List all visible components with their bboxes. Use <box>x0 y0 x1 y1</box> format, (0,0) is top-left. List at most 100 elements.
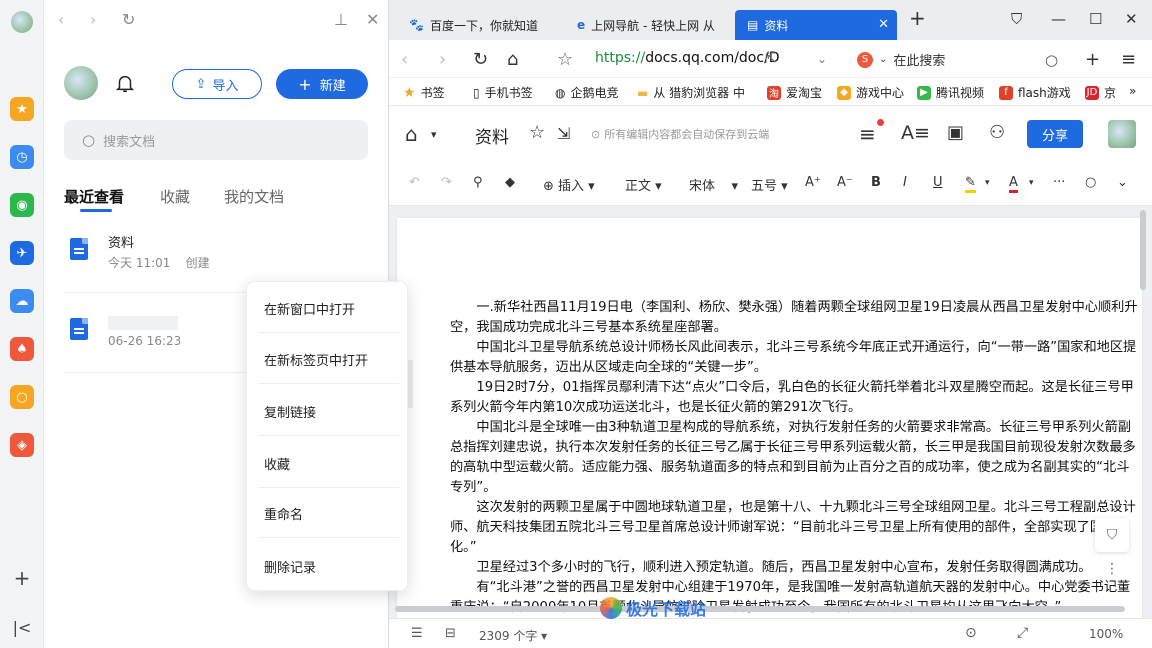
eraser-icon[interactable]: ◆ <box>505 175 515 190</box>
chevron-down-icon[interactable]: ▾ <box>431 128 437 141</box>
size-dropdown[interactable]: 五号 ▾ <box>751 175 788 194</box>
bookmark-star-icon[interactable]: ☆ <box>557 49 573 70</box>
shirt-skin-icon[interactable]: ⛉ <box>1095 518 1129 552</box>
bell-icon[interactable] <box>114 72 136 94</box>
refresh-icon[interactable]: ↻ <box>122 10 135 29</box>
undo-icon[interactable]: ↶ <box>409 175 420 190</box>
shirt-skin-icon[interactable]: ⛉ <box>1011 10 1022 28</box>
style-dropdown[interactable]: 正文 ▾ <box>625 175 662 194</box>
navigation-app-icon[interactable]: ✈ <box>10 241 34 265</box>
cloud-app-icon[interactable]: ☁ <box>10 289 34 313</box>
move-to-folder-icon[interactable]: ⇲ <box>557 124 570 143</box>
collapse-sidebar-icon[interactable]: |< <box>10 615 34 639</box>
bookmark-item[interactable]: ★ 书签 <box>403 84 445 101</box>
bold-icon[interactable]: B <box>871 175 881 190</box>
pdf-app-icon[interactable]: ♠ <box>10 337 34 361</box>
bookmark-item[interactable]: ▬ 从 猎豹浏览器 中 <box>637 84 745 101</box>
horizontal-scrollbar[interactable] <box>395 606 1125 612</box>
more-icon[interactable]: ··· <box>1053 175 1065 190</box>
back-icon[interactable]: ‹ <box>58 10 64 29</box>
tab-favorites[interactable]: 收藏 <box>160 186 190 207</box>
clock-app-icon[interactable]: ◷ <box>10 145 34 169</box>
italic-icon[interactable]: I <box>903 175 907 190</box>
browser-tab-docs[interactable]: ▤ 资料 ✕ <box>735 10 897 40</box>
decrease-font-icon[interactable]: A⁻ <box>837 175 853 190</box>
outline-icon[interactable]: ☰ <box>411 626 423 641</box>
format-painter-icon[interactable]: ⚲ <box>473 175 483 190</box>
play-icon[interactable]: ⊙ <box>965 625 977 641</box>
text-format-icon[interactable]: A≡ <box>901 122 930 144</box>
bookmark-item[interactable]: ▶ 腾讯视频 <box>917 84 984 101</box>
add-app-icon[interactable]: + <box>10 566 34 590</box>
url-field[interactable]: https://docs.qq.com/doc/D <box>595 50 780 66</box>
fullscreen-icon[interactable]: ⤢ <box>1017 625 1028 641</box>
menu-item-rename[interactable]: 重命名 <box>264 504 303 523</box>
browser-tab-nav[interactable]: e 上网导航 - 轻快上网 从 <box>565 10 725 40</box>
redo-icon[interactable]: ↷ <box>441 175 452 190</box>
bookmark-item[interactable]: f flash游戏 <box>999 84 1071 101</box>
share-button[interactable]: 分享 <box>1027 120 1083 148</box>
browser-logo-icon[interactable] <box>11 11 33 33</box>
new-tab-icon[interactable]: + <box>909 6 926 30</box>
menu-item-delete-record[interactable]: 删除记录 <box>264 557 316 576</box>
bookmark-item[interactable]: ▯ 手机书签 <box>473 84 533 101</box>
more-bookmarks-icon[interactable]: » <box>1129 84 1136 98</box>
add-icon[interactable]: + <box>1085 49 1100 70</box>
home-icon[interactable]: ⌂ <box>405 122 418 146</box>
wechat-app-icon[interactable]: ◉ <box>10 193 34 217</box>
game-app-icon[interactable]: ◈ <box>10 433 34 457</box>
zoom-level[interactable]: 100% <box>1089 627 1123 641</box>
menu-item-open-new-tab[interactable]: 在新标签页中打开 <box>264 350 368 369</box>
pin-icon[interactable]: ⊥ <box>334 10 348 29</box>
present-icon[interactable]: ▣ <box>947 122 964 143</box>
tab-recent[interactable]: 最近查看 <box>64 186 124 207</box>
minimize-icon[interactable]: — <box>1051 10 1066 28</box>
bookmark-item[interactable]: ◍ 企鹅电竞 <box>555 84 619 101</box>
menu-icon[interactable]: ≡ <box>1121 49 1136 70</box>
maximize-icon[interactable]: ☐ <box>1089 10 1102 28</box>
search-app-icon[interactable]: ○ <box>10 385 34 409</box>
underline-icon[interactable]: U <box>933 175 943 190</box>
search-engine-field[interactable]: S ⌄ 在此搜索 <box>857 50 945 69</box>
font-color-icon[interactable]: A <box>1009 175 1018 193</box>
menu-icon[interactable]: ≡ <box>859 122 876 146</box>
import-button[interactable]: ⇪ 导入 <box>172 69 262 99</box>
close-window-icon[interactable]: ✕ <box>1125 10 1138 28</box>
forward-icon[interactable]: › <box>90 10 96 29</box>
add-collaborator-icon[interactable]: ⚇ <box>989 122 1005 143</box>
search-input[interactable]: ○ 搜索文档 <box>64 120 368 160</box>
search-icon[interactable]: ○ <box>1045 51 1058 69</box>
font-dropdown[interactable]: 宋体 ▾ <box>689 175 738 194</box>
bookmark-item[interactable]: 淘爱淘宝 <box>767 84 822 101</box>
close-icon[interactable]: ✕ <box>366 10 379 29</box>
chevron-down-icon[interactable]: ▾ <box>985 178 990 188</box>
page-title[interactable]: 资料 <box>475 123 509 148</box>
back-icon[interactable]: ‹ <box>401 49 408 70</box>
close-tab-icon[interactable]: ✕ <box>878 17 889 32</box>
menu-item-copy-link[interactable]: 复制链接 <box>264 402 316 421</box>
vertical-scrollbar[interactable] <box>1140 210 1146 290</box>
star-app-icon[interactable]: ★ <box>10 97 34 121</box>
chevron-down-icon[interactable]: ▾ <box>1029 178 1034 188</box>
document-body[interactable]: 一.新华社西昌11月19日电（李国利、杨欣、樊永强）随着两颗全球组网卫星19日凌… <box>450 298 1140 618</box>
home-icon[interactable]: ⌂ <box>507 49 518 70</box>
browser-tab-baidu[interactable]: 🐾 百度一下，你就知道 <box>397 10 557 40</box>
word-count[interactable]: 2309 个字 ▾ <box>479 627 547 644</box>
tab-my-docs[interactable]: 我的文档 <box>224 186 284 207</box>
avatar[interactable] <box>64 66 98 100</box>
avatar[interactable] <box>1108 120 1136 148</box>
menu-item-favorite[interactable]: 收藏 <box>264 454 290 473</box>
chevron-down-icon[interactable]: ⌄ <box>817 52 827 66</box>
share-page-icon[interactable]: ⇱ <box>765 51 777 67</box>
new-button[interactable]: + 新建 <box>276 69 368 99</box>
page-view-icon[interactable]: ⊟ <box>445 626 456 641</box>
bookmark-item[interactable]: ◆ 游戏中心 <box>837 84 904 101</box>
refresh-icon[interactable]: ↻ <box>473 49 488 70</box>
search-icon[interactable]: ○ <box>1085 175 1096 190</box>
highlight-icon[interactable]: ✎ <box>965 175 976 193</box>
chevron-down-icon[interactable]: ⌄ <box>1117 175 1128 190</box>
forward-icon[interactable]: › <box>439 49 446 70</box>
star-outline-icon[interactable]: ☆ <box>529 122 545 143</box>
bookmark-item[interactable]: JD 京 <box>1085 84 1116 101</box>
insert-dropdown[interactable]: ⊕ 插入 ▾ <box>543 175 595 194</box>
